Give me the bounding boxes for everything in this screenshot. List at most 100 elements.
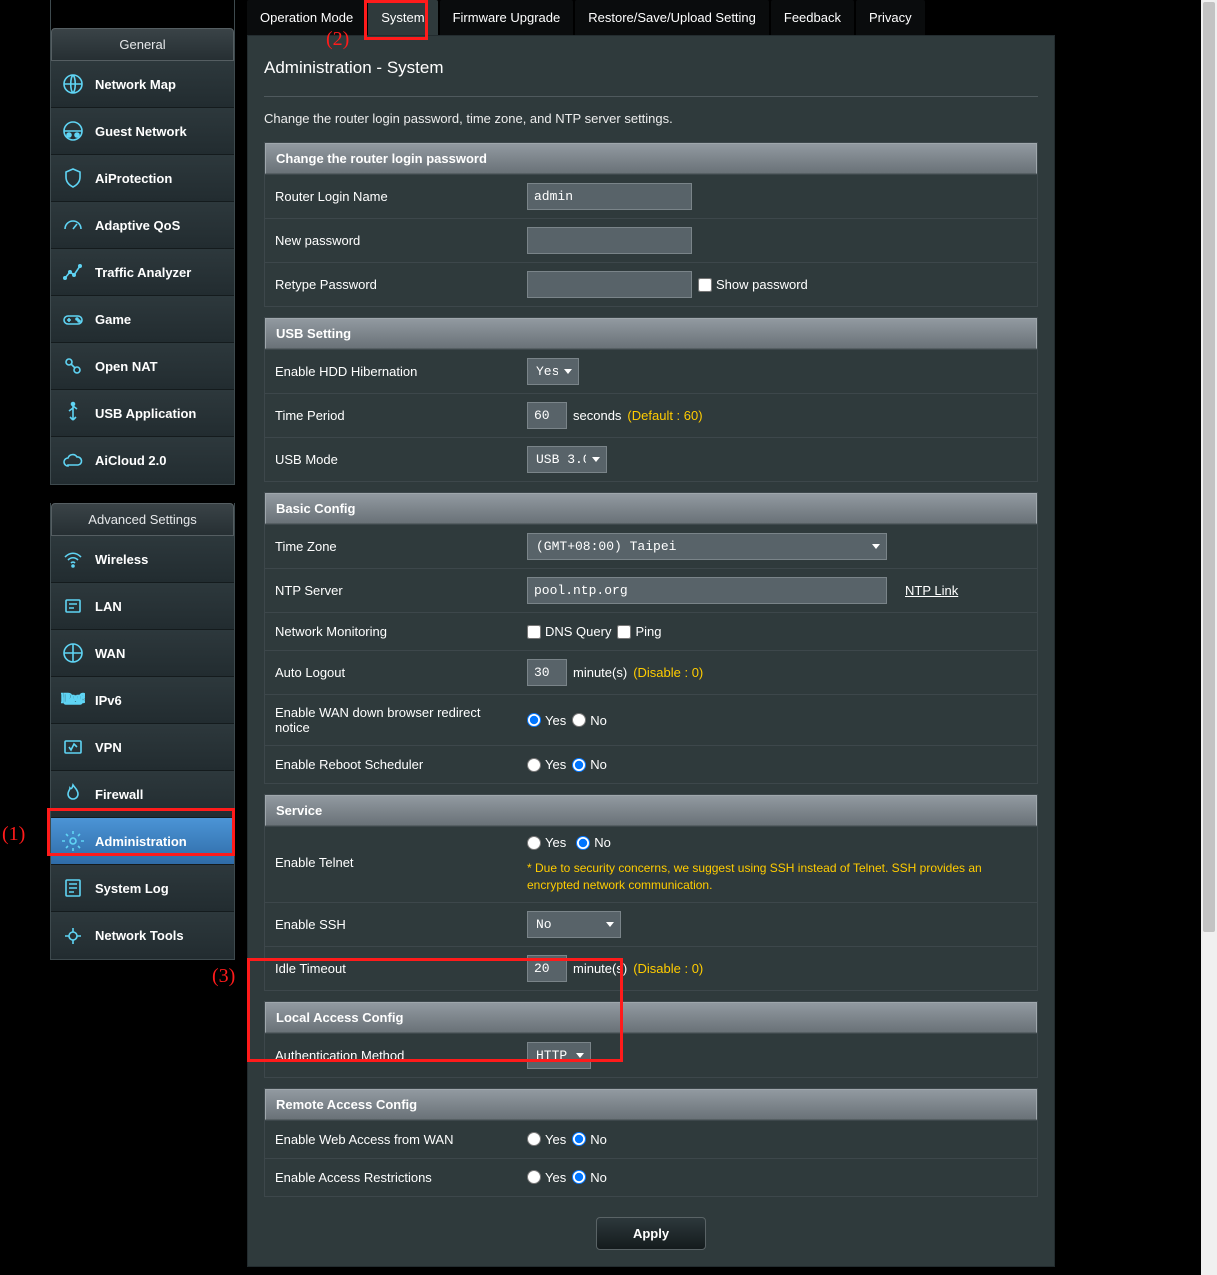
restrictions-yes-radio[interactable]: Yes bbox=[527, 1170, 566, 1185]
section-basic-header: Basic Config bbox=[265, 493, 1037, 524]
router-login-name-input[interactable] bbox=[527, 183, 692, 210]
network-monitoring-label: Network Monitoring bbox=[265, 618, 523, 645]
globe-net-icon bbox=[61, 72, 85, 96]
tab-system[interactable]: System bbox=[368, 0, 437, 35]
show-password-checkbox[interactable]: Show password bbox=[698, 277, 808, 292]
auth-method-select[interactable]: HTTP bbox=[527, 1042, 591, 1069]
router-login-name-label: Router Login Name bbox=[265, 183, 523, 210]
sidebar-item-label: Open NAT bbox=[95, 359, 158, 374]
gear-icon bbox=[61, 829, 85, 853]
sidebar-general: General Network MapGuest NetworkAiProtec… bbox=[50, 0, 235, 485]
ssh-select[interactable]: No bbox=[527, 911, 621, 938]
section-usb: USB Setting Enable HDD Hibernation Yes T… bbox=[264, 317, 1038, 482]
sidebar-item-label: VPN bbox=[95, 740, 122, 755]
time-period-hint: (Default : 60) bbox=[627, 408, 702, 423]
time-period-input[interactable] bbox=[527, 402, 567, 429]
wan-access-label: Enable Web Access from WAN bbox=[265, 1126, 523, 1153]
sidebar-item-label: Network Tools bbox=[95, 928, 184, 943]
telnet-no-radio[interactable]: No bbox=[576, 835, 611, 850]
sidebar-advanced-title: Advanced Settings bbox=[51, 503, 234, 536]
sidebar-item-aiprotection[interactable]: AiProtection bbox=[51, 155, 234, 202]
idle-timeout-input[interactable] bbox=[527, 955, 567, 982]
sidebar-item-lan[interactable]: LAN bbox=[51, 583, 234, 630]
ssh-label: Enable SSH bbox=[265, 911, 523, 938]
annotation-1-label: (1) bbox=[2, 823, 25, 846]
telnet-label: Enable Telnet bbox=[265, 831, 523, 876]
section-basic: Basic Config Time Zone (GMT+08:00) Taipe… bbox=[264, 492, 1038, 784]
section-service: Service Enable Telnet Yes No * Due to se… bbox=[264, 794, 1038, 991]
usb-mode-select[interactable]: USB 3.0 bbox=[527, 446, 607, 473]
ipv6-icon: IPv6 bbox=[61, 688, 85, 712]
sidebar-item-adaptive-qos[interactable]: Adaptive QoS bbox=[51, 202, 234, 249]
apply-button[interactable]: Apply bbox=[596, 1217, 706, 1250]
sidebar-item-vpn[interactable]: VPN bbox=[51, 724, 234, 771]
sidebar-item-guest-network[interactable]: Guest Network bbox=[51, 108, 234, 155]
sidebar-item-wan[interactable]: WAN bbox=[51, 630, 234, 677]
new-password-input[interactable] bbox=[527, 227, 692, 254]
section-login-header: Change the router login password bbox=[265, 143, 1037, 174]
ping-checkbox[interactable]: Ping bbox=[617, 624, 661, 639]
sidebar-item-network-map[interactable]: Network Map bbox=[51, 61, 234, 108]
sidebar-item-ipv6[interactable]: IPv6 IPv6 bbox=[51, 677, 234, 724]
tab-bar: Operation ModeSystemFirmware UpgradeRest… bbox=[247, 0, 1055, 35]
retype-password-input[interactable] bbox=[527, 271, 692, 298]
section-local-header: Local Access Config bbox=[265, 1002, 1037, 1033]
section-local: Local Access Config Authentication Metho… bbox=[264, 1001, 1038, 1078]
hdd-hibernation-label: Enable HDD Hibernation bbox=[265, 358, 523, 385]
sidebar-item-traffic-analyzer[interactable]: Traffic Analyzer bbox=[51, 249, 234, 296]
ntp-link[interactable]: NTP Link bbox=[905, 583, 958, 598]
tab-firmware-upgrade[interactable]: Firmware Upgrade bbox=[440, 0, 574, 35]
dns-query-checkbox[interactable]: DNS Query bbox=[527, 624, 611, 639]
globe-icon bbox=[61, 641, 85, 665]
tool-icon bbox=[61, 924, 85, 948]
show-password-toggle[interactable] bbox=[698, 278, 712, 292]
timezone-select[interactable]: (GMT+08:00) Taipei bbox=[527, 533, 887, 560]
sidebar-item-label: System Log bbox=[95, 881, 169, 896]
sidebar-item-label: LAN bbox=[95, 599, 122, 614]
scrollbar-thumb[interactable] bbox=[1203, 2, 1215, 932]
sidebar-item-label: IPv6 bbox=[95, 693, 122, 708]
content-panel: Administration - System Change the route… bbox=[247, 35, 1055, 1267]
sidebar-item-usb-application[interactable]: USB Application bbox=[51, 390, 234, 437]
gamepad-icon bbox=[61, 307, 85, 331]
wifi-icon bbox=[61, 547, 85, 571]
cloud-icon bbox=[61, 449, 85, 473]
hdd-hibernation-select[interactable]: Yes bbox=[527, 358, 579, 385]
sidebar-item-game[interactable]: Game bbox=[51, 296, 234, 343]
wan-access-yes-radio[interactable]: Yes bbox=[527, 1132, 566, 1147]
section-remote-header: Remote Access Config bbox=[265, 1089, 1037, 1120]
fire-icon bbox=[61, 782, 85, 806]
usb-mode-label: USB Mode bbox=[265, 446, 523, 473]
wan-down-no-radio[interactable]: No bbox=[572, 713, 607, 728]
reboot-yes-radio[interactable]: Yes bbox=[527, 757, 566, 772]
vpn-icon bbox=[61, 735, 85, 759]
scrollbar-track[interactable] bbox=[1201, 0, 1217, 1275]
sidebar-item-system-log[interactable]: System Log bbox=[51, 865, 234, 912]
telnet-yes-radio[interactable]: Yes bbox=[527, 835, 566, 850]
sidebar-item-firewall[interactable]: Firewall bbox=[51, 771, 234, 818]
sidebar-item-label: Game bbox=[95, 312, 131, 327]
time-period-label: Time Period bbox=[265, 402, 523, 429]
reboot-no-radio[interactable]: No bbox=[572, 757, 607, 772]
sidebar-item-label: Network Map bbox=[95, 77, 176, 92]
sidebar-item-label: Traffic Analyzer bbox=[95, 265, 191, 280]
telnet-security-note: * Due to security concerns, we suggest u… bbox=[527, 860, 1033, 894]
sidebar-item-label: WAN bbox=[95, 646, 125, 661]
tab-restore-save-upload-setting[interactable]: Restore/Save/Upload Setting bbox=[575, 0, 769, 35]
tab-privacy[interactable]: Privacy bbox=[856, 0, 925, 35]
sidebar-item-aicloud-2-0[interactable]: AiCloud 2.0 bbox=[51, 437, 234, 484]
wan-access-no-radio[interactable]: No bbox=[572, 1132, 607, 1147]
nat-icon bbox=[61, 354, 85, 378]
tab-feedback[interactable]: Feedback bbox=[771, 0, 854, 35]
sidebar-item-wireless[interactable]: Wireless bbox=[51, 536, 234, 583]
sidebar-item-administration[interactable]: Administration bbox=[51, 818, 234, 865]
sidebar-item-open-nat[interactable]: Open NAT bbox=[51, 343, 234, 390]
globe-people-icon bbox=[61, 119, 85, 143]
sidebar-item-network-tools[interactable]: Network Tools bbox=[51, 912, 234, 959]
page-desc: Change the router login password, time z… bbox=[264, 111, 1038, 126]
sidebar-top-spacer bbox=[51, 0, 234, 28]
ntp-server-input[interactable] bbox=[527, 577, 887, 604]
wan-down-yes-radio[interactable]: Yes bbox=[527, 713, 566, 728]
auto-logout-input[interactable] bbox=[527, 659, 567, 686]
restrictions-no-radio[interactable]: No bbox=[572, 1170, 607, 1185]
